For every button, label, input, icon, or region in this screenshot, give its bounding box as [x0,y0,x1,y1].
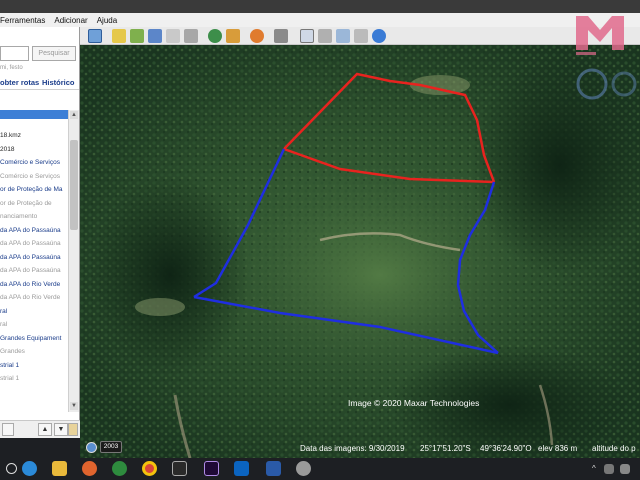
chart-app-icon[interactable] [172,461,187,476]
menu-ferramentas[interactable]: Ferramentas [0,16,45,25]
place-item[interactable]: da APA do Rio Verde [0,281,60,289]
placemark-icon[interactable] [112,29,126,43]
place-item[interactable]: da APA do Passaúna [0,254,61,262]
save-image-icon[interactable] [336,29,350,43]
polygon-icon[interactable] [130,29,144,43]
elevation-readout: elev 836 m [538,444,578,453]
edge-icon[interactable] [22,461,37,476]
scroll-down-icon[interactable]: ▼ [70,402,78,410]
print-icon[interactable] [318,29,332,43]
place-item[interactable]: Grandes [0,348,25,356]
title-bar [0,0,640,13]
place-item[interactable]: or de Proteção de [0,200,52,208]
tray-caret-icon[interactable]: ^ [592,464,596,473]
map-canvas [80,45,640,458]
move-down-icon[interactable]: ▼ [54,423,68,436]
search-input[interactable] [0,46,29,61]
earth-icon[interactable] [296,461,311,476]
overlay-icon[interactable] [166,29,180,43]
valley-shadow [90,175,250,375]
imagery-date: Data das imagens: 9/30/2019 [300,444,405,453]
places-scrollbar[interactable]: ▲ ▼ [68,110,79,412]
places-bottom-bar: ▲ ▼ [0,420,80,438]
place-item[interactable]: da APA do Rio Verde [0,294,60,302]
toolbar [80,27,640,45]
add-icon[interactable] [2,423,14,436]
word-icon[interactable] [266,461,281,476]
place-item[interactable]: da APA do Passaúna [0,267,61,275]
firefox-icon[interactable] [82,461,97,476]
menu-ajuda[interactable]: Ajuda [97,16,117,25]
place-item[interactable]: nanciamento [0,213,37,221]
earth-view-icon[interactable] [372,29,386,43]
historical-imagery-icon[interactable] [208,29,222,43]
search-icon[interactable] [6,463,17,474]
place-item[interactable]: Comércio e Serviços [0,159,60,167]
premiere-icon[interactable] [204,461,219,476]
path-icon[interactable] [148,29,162,43]
places-selected-row[interactable] [0,110,68,119]
imagery-copyright: Image © 2020 Maxar Technologies [348,398,480,408]
latitude-readout: 25°17'51.20"S [420,444,471,453]
eye-altitude-readout: altitude do p [592,444,636,453]
watermark-logo-icon [576,16,637,100]
explorer-icon[interactable] [52,461,67,476]
place-item[interactable]: Grandes Equipament [0,335,61,343]
outlook-icon[interactable] [234,461,249,476]
map-view-icon[interactable] [354,29,368,43]
clearing-left [135,298,185,316]
windows-taskbar: ^ [0,458,640,480]
place-item[interactable]: ral [0,321,7,329]
status-bar: Data das imagens: 9/30/2019 25°17'51.20"… [80,440,640,458]
longitude-readout: 49°36'24.90"O [480,444,532,453]
place-item[interactable]: strial 1 [0,375,19,383]
place-item[interactable]: ral [0,308,7,316]
places-list: 18.kmz 2018 Comércio e Serviços Comércio e … [0,110,68,412]
place-item[interactable]: strial 1 [0,362,19,370]
search-hint: mi, festo [0,65,23,71]
scroll-thumb[interactable] [70,140,78,230]
get-routes-link[interactable]: obter rotas [0,78,39,87]
sidebar-toggle-icon[interactable] [88,29,102,43]
ruler-icon[interactable] [274,29,288,43]
scroll-up-icon[interactable]: ▲ [70,111,78,119]
folder-icon[interactable] [68,423,78,436]
history-link[interactable]: Histórico [42,78,75,87]
network-icon[interactable] [604,464,614,474]
place-item[interactable]: 18.kmz [0,132,21,140]
satellite-map[interactable]: Image © 2020 Maxar Technologies 2003 Dat… [80,45,640,458]
chrome-icon[interactable] [142,461,157,476]
planets-icon[interactable] [250,29,264,43]
email-icon[interactable] [300,29,314,43]
volume-icon[interactable] [620,464,630,474]
place-item[interactable]: 2018 [0,146,14,154]
money-icon[interactable] [112,461,127,476]
place-item[interactable]: or de Proteção de Ma [0,186,63,194]
tour-icon[interactable] [184,29,198,43]
place-item[interactable]: Comércio e Serviços [0,173,60,181]
place-item[interactable]: da APA do Passaúna [0,240,61,248]
search-button[interactable]: Pesquisar [32,46,76,61]
place-item[interactable]: da APA do Passaúna [0,227,61,235]
menu-adicionar[interactable]: Adicionar [54,16,87,25]
google-earth-window: Ferramentas Adicionar Ajuda Pesquisar mi… [0,0,640,458]
sunlight-icon[interactable] [226,29,240,43]
divider [0,89,79,90]
menu-bar: Ferramentas Adicionar Ajuda [0,13,640,27]
move-up-icon[interactable]: ▲ [38,423,52,436]
